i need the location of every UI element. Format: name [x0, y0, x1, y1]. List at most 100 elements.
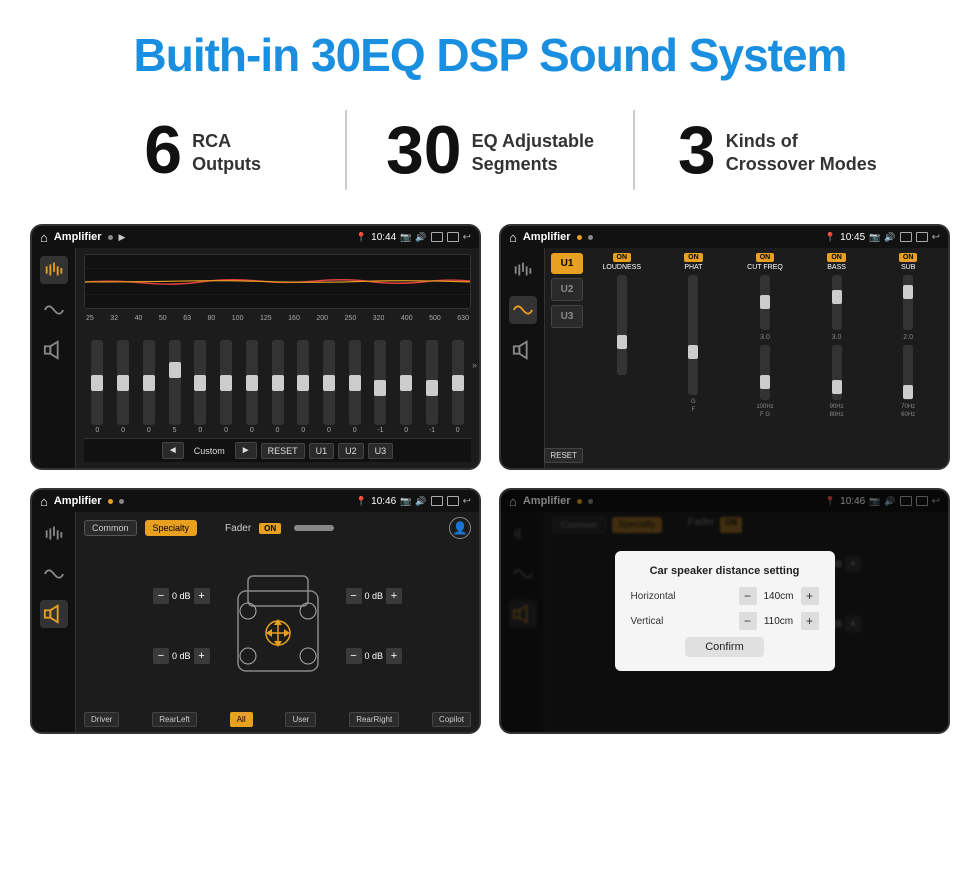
dsp-sub-slider2[interactable] [903, 345, 913, 400]
eq-prev-btn[interactable]: ◄ [162, 442, 184, 459]
freq-32: 32 [110, 315, 118, 322]
fader-nav-wave[interactable] [40, 560, 68, 588]
fader-minus-rl[interactable]: − [153, 648, 169, 664]
freq-250: 250 [345, 315, 357, 322]
eq-freq-labels: 25 32 40 50 63 80 100 125 160 200 250 32… [84, 315, 471, 322]
eq-slider-2[interactable]: 0 [137, 340, 160, 434]
fader-specialty-tab[interactable]: Specialty [145, 520, 198, 536]
eq-slider-3[interactable]: 5 [163, 340, 186, 434]
dsp-loudness-slider[interactable] [617, 275, 627, 375]
eq-body: 25 32 40 50 63 80 100 125 160 200 250 32… [32, 248, 479, 468]
eq-nav-speaker[interactable] [40, 336, 68, 364]
fader-slider-h[interactable] [294, 525, 334, 531]
eq-slider-10[interactable]: 0 [343, 340, 366, 434]
dsp-phat-on[interactable]: ON [684, 253, 703, 262]
eq-slider-1[interactable]: 0 [112, 340, 135, 434]
dsp-loudness-on[interactable]: ON [613, 253, 632, 262]
dsp-cutfreq-slider1[interactable] [760, 275, 770, 330]
eq-u2-btn[interactable]: U2 [338, 443, 364, 459]
fader-status-right: 📍 10:46 📷 🔊 ↩ [356, 496, 471, 507]
stat-label-eq: EQ Adjustable Segments [472, 116, 594, 177]
fader-driver-btn[interactable]: Driver [84, 712, 119, 727]
eq-slider-8[interactable]: 0 [292, 340, 315, 434]
eq-slider-11[interactable]: -1 [369, 340, 392, 434]
eq-slider-5[interactable]: 0 [215, 340, 238, 434]
dsp-bass-slider1[interactable] [832, 275, 842, 330]
stat-label-rca: RCA Outputs [192, 116, 261, 177]
dsp-nav-wave[interactable] [509, 296, 537, 324]
fader-side-nav [32, 512, 76, 732]
dsp-preset-u1[interactable]: U1 [551, 253, 583, 274]
page-header: Buith-in 30EQ DSP Sound System [0, 0, 980, 100]
dialog-title: Car speaker distance setting [631, 565, 819, 577]
dsp-preset-u2[interactable]: U2 [551, 278, 583, 301]
dsp-nav-eq[interactable] [509, 256, 537, 284]
eq-u3-btn[interactable]: U3 [368, 443, 394, 459]
eq-slider-13[interactable]: -1 [421, 340, 444, 434]
fader-nav-speaker[interactable] [40, 600, 68, 628]
eq-camera-icon: 📷 [400, 232, 411, 243]
eq-slider-7[interactable]: 0 [266, 340, 289, 434]
stat-number-3: 3 [678, 116, 716, 184]
dialog-vertical-minus[interactable]: − [739, 612, 757, 630]
fader-minus-fl[interactable]: − [153, 588, 169, 604]
fader-user-btn[interactable]: User [285, 712, 316, 727]
eq-nav-eq[interactable] [40, 256, 68, 284]
eq-reset-btn[interactable]: RESET [261, 443, 305, 459]
dsp-bass-slider2[interactable] [832, 345, 842, 400]
dsp-cutfreq-slider2[interactable] [760, 345, 770, 400]
fader-status-left: ⌂ Amplifier [40, 494, 124, 509]
fader-icon-box-2 [447, 496, 459, 506]
dsp-app-name: Amplifier [523, 231, 571, 243]
fader-plus-rr[interactable]: + [386, 648, 402, 664]
dsp-nav-speaker[interactable] [509, 336, 537, 364]
dsp-preset-u3[interactable]: U3 [551, 305, 583, 328]
dsp-reset-btn[interactable]: RESET [544, 448, 583, 463]
fader-plus-rl[interactable]: + [194, 648, 210, 664]
fader-plus-fr[interactable]: + [386, 588, 402, 604]
eq-slider-12[interactable]: 0 [395, 340, 418, 434]
eq-slider-6[interactable]: 0 [240, 340, 263, 434]
dsp-channel-bass: ON BASS 3.0 90Hz80Hz [803, 253, 871, 463]
dsp-status-dot [577, 235, 582, 240]
fader-minus-rr[interactable]: − [346, 648, 362, 664]
eq-slider-4[interactable]: 0 [189, 340, 212, 434]
fader-on-badge[interactable]: ON [259, 523, 281, 534]
fader-nav-eq[interactable] [40, 520, 68, 548]
fader-copilot-btn[interactable]: Copilot [432, 712, 471, 727]
fader-plus-fl[interactable]: + [194, 588, 210, 604]
eq-side-nav [32, 248, 76, 468]
eq-slider-14[interactable]: 0 » [446, 340, 469, 434]
dsp-bass-name: BASS [827, 264, 846, 271]
dsp-bass-on[interactable]: ON [827, 253, 846, 262]
fader-minus-fr[interactable]: − [346, 588, 362, 604]
eq-slider-9[interactable]: 0 [318, 340, 341, 434]
dialog-horizontal-minus[interactable]: − [739, 587, 757, 605]
dsp-presets: U1 U2 U3 RESET [551, 253, 583, 463]
dsp-sub-slider1[interactable] [903, 275, 913, 330]
eq-slider-0[interactable]: 0 [86, 340, 109, 434]
eq-u1-btn[interactable]: U1 [309, 443, 335, 459]
dsp-cutfreq-name: CUT FREQ [747, 264, 783, 271]
dialog-vertical-label: Vertical [631, 616, 664, 627]
eq-back-icon: ↩ [463, 232, 471, 243]
dsp-home-icon: ⌂ [509, 230, 517, 245]
fader-common-tab[interactable]: Common [84, 520, 137, 536]
dialog-horizontal-plus[interactable]: + [801, 587, 819, 605]
fader-all-btn[interactable]: All [230, 712, 253, 727]
dsp-main-content: U1 U2 U3 RESET ON LOUDNESS ON [545, 248, 948, 468]
fader-rearleft-btn[interactable]: RearLeft [152, 712, 197, 727]
eq-play-btn[interactable]: ► [235, 442, 257, 459]
stat-divider-2 [633, 110, 635, 190]
fader-profile-icon[interactable]: 👤 [449, 517, 471, 539]
freq-63: 63 [183, 315, 191, 322]
dsp-phat-slider[interactable] [688, 275, 698, 395]
dialog-confirm-btn[interactable]: Confirm [685, 637, 764, 657]
dsp-cutfreq-on[interactable]: ON [756, 253, 775, 262]
eq-nav-wave[interactable] [40, 296, 68, 324]
dialog-vertical-plus[interactable]: + [801, 612, 819, 630]
dsp-sub-on[interactable]: ON [899, 253, 918, 262]
dsp-channel-phat: ON PHAT GF [660, 253, 728, 463]
fader-rearright-btn[interactable]: RearRight [349, 712, 399, 727]
freq-200: 200 [316, 315, 328, 322]
